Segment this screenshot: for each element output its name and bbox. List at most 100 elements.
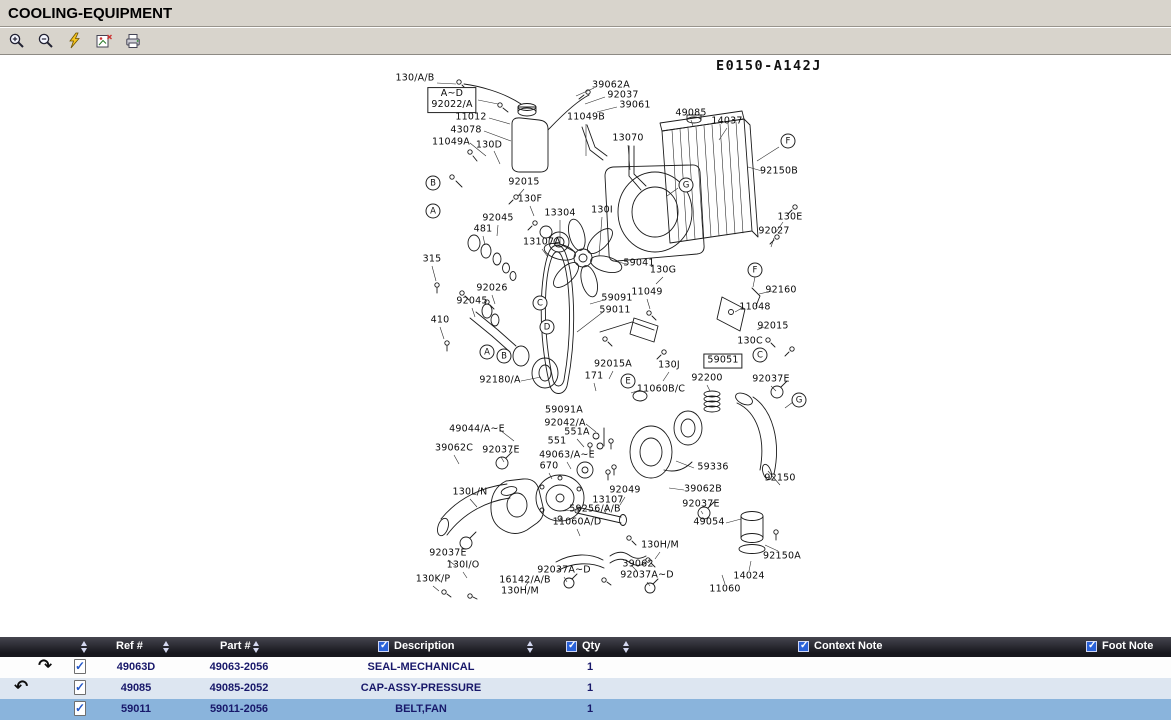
- part-label: 13070: [612, 134, 643, 145]
- parts-catalog-window: COOLING-EQUIPMENT: [0, 0, 1171, 721]
- part-label: 130J: [658, 361, 680, 372]
- part-label: 13304: [544, 209, 575, 220]
- parts-table: Ref # Part # Description Qty Context Not…: [0, 637, 1171, 721]
- lightning-icon: [66, 32, 84, 50]
- callout-C: C: [753, 348, 768, 363]
- part-label: 92150A: [763, 552, 801, 563]
- part-label: 410: [431, 316, 450, 327]
- qty-column-header[interactable]: Qty: [582, 640, 600, 652]
- callout-E: E: [621, 374, 636, 389]
- part-label: 171: [585, 372, 604, 383]
- diagram-code: E0150-A142J: [716, 58, 822, 74]
- part-label: 670: [540, 462, 559, 473]
- part-label: 92037E: [429, 549, 466, 560]
- part-label: 16142/A/B: [499, 576, 550, 587]
- description-column-header[interactable]: Description: [394, 640, 455, 652]
- sort-icon[interactable]: [526, 641, 535, 653]
- part-label: 39062A: [592, 81, 630, 92]
- select-part-icon[interactable]: [74, 701, 86, 716]
- part-label: 59256/A/B: [569, 505, 620, 516]
- part-label: 130I: [591, 206, 613, 217]
- select-part-icon[interactable]: [74, 680, 86, 695]
- zoom-in-button[interactable]: [5, 30, 28, 52]
- part-label: 11049: [631, 288, 662, 299]
- callout-A: A: [426, 204, 441, 219]
- table-row[interactable]: ↷ 49063D 49063-2056 SEAL-MECHANICAL 1: [0, 657, 1171, 678]
- part-label: 13107A: [523, 238, 561, 249]
- callout-B: B: [497, 349, 512, 364]
- part-cell: 49063-2056: [194, 661, 284, 673]
- part-label: 11012: [455, 113, 486, 124]
- print-button[interactable]: [121, 30, 144, 52]
- part-label: 92015A: [594, 360, 632, 371]
- zoom-out-button[interactable]: [34, 30, 57, 52]
- part-label: 92180/A: [479, 376, 520, 387]
- qty-filter-checkbox[interactable]: [566, 641, 577, 652]
- page-title: COOLING-EQUIPMENT: [0, 0, 1171, 27]
- qty-cell: 1: [556, 661, 624, 673]
- sort-icon[interactable]: [162, 641, 171, 653]
- description-cell: SEAL-MECHANICAL: [290, 661, 552, 673]
- select-part-icon[interactable]: [74, 659, 86, 674]
- part-label: 49085: [675, 109, 706, 120]
- back-arrow-icon[interactable]: ↶: [14, 677, 28, 697]
- parts-table-body: ↷ 49063D 49063-2056 SEAL-MECHANICAL 1↶ 49085 4…: [0, 657, 1171, 720]
- forward-arrow-icon[interactable]: ↷: [38, 656, 52, 676]
- ref-cell: 49063D: [100, 661, 172, 673]
- part-label: 59091A: [545, 406, 583, 417]
- part-label: 49044/A~E: [449, 425, 505, 436]
- part-label: 92015: [757, 322, 788, 333]
- part-label: 11049A: [432, 138, 470, 149]
- parts-table-header: Ref # Part # Description Qty Context Not…: [0, 637, 1171, 657]
- toolbar: [0, 28, 1171, 55]
- part-label: 49054: [693, 518, 724, 529]
- context-note-column-header[interactable]: Context Note: [814, 640, 882, 652]
- part-label: 14037: [711, 117, 742, 128]
- part-label: 130K/P: [416, 575, 451, 586]
- part-label: 92150: [764, 474, 795, 485]
- part-label: 39062: [622, 560, 653, 571]
- part-label: 59091: [601, 294, 632, 305]
- part-label: 92037: [607, 91, 638, 102]
- ref-column-header[interactable]: Ref #: [116, 640, 143, 652]
- image-nav-button[interactable]: [92, 30, 115, 52]
- callout-D: D: [540, 320, 555, 335]
- ref-cell: 49085: [100, 682, 172, 694]
- part-label: 39062B: [684, 485, 722, 496]
- part-label: 92037A~D: [537, 566, 591, 577]
- part-label: 130E: [778, 213, 803, 224]
- foot-note-filter-checkbox[interactable]: [1086, 641, 1097, 652]
- zoom-out-icon: [37, 32, 55, 50]
- part-label: 130H/M: [501, 587, 539, 598]
- part-label: 130I/O: [447, 561, 480, 572]
- foot-note-column-header[interactable]: Foot Note: [1102, 640, 1153, 652]
- part-label: 11060A/D: [553, 518, 602, 529]
- table-row[interactable]: ↶4908549085-2052CAP-ASSY-PRESSURE1: [0, 678, 1171, 699]
- part-label: A~D92022/A: [427, 87, 476, 113]
- table-row[interactable]: 5901159011-2056BELT,FAN1: [0, 699, 1171, 720]
- sort-icon[interactable]: [252, 641, 261, 653]
- callout-A: A: [480, 345, 495, 360]
- part-label: 92042/A: [544, 419, 585, 430]
- diagram-labels: 130/A/BA~D92022/A110124307811049A130D390…: [0, 0, 1171, 721]
- quick-select-button[interactable]: [63, 30, 86, 52]
- part-label: 43078: [450, 126, 481, 137]
- part-label: 59041: [623, 259, 654, 270]
- ref-cell: 59011: [100, 703, 172, 715]
- sort-icon[interactable]: [80, 641, 89, 653]
- callout-F: F: [748, 263, 763, 278]
- zoom-in-icon: [8, 32, 26, 50]
- qty-cell: 1: [556, 703, 624, 715]
- description-filter-checkbox[interactable]: [378, 641, 389, 652]
- sort-icon[interactable]: [622, 641, 631, 653]
- part-label: 315: [423, 255, 442, 266]
- part-label: 92037E: [482, 446, 519, 457]
- exploded-parts-diagram: [0, 0, 1171, 721]
- part-label: 49063/A~E: [539, 451, 595, 462]
- context-note-filter-checkbox[interactable]: [798, 641, 809, 652]
- part-label: 92037E: [682, 500, 719, 511]
- callout-G: G: [792, 393, 807, 408]
- callout-F: F: [781, 134, 796, 149]
- part-column-header[interactable]: Part #: [220, 640, 251, 652]
- diagram-callouts: BAFGFCDEABCG: [0, 0, 1171, 721]
